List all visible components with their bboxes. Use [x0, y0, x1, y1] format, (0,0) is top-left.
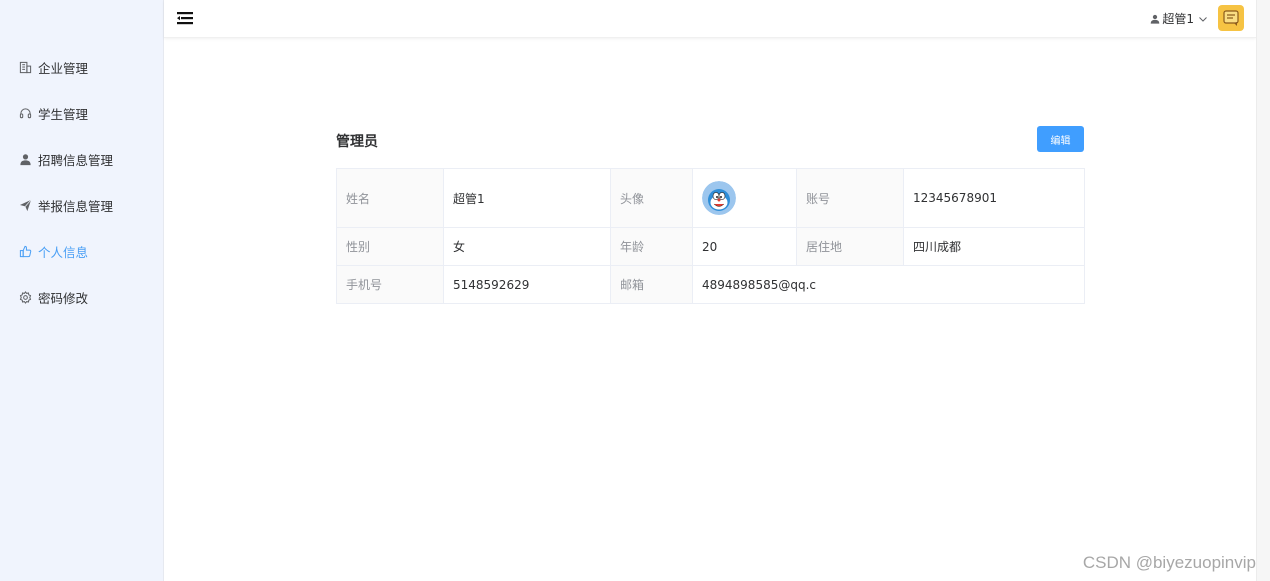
email-label: 邮箱	[610, 265, 693, 304]
page-title: 管理员	[336, 134, 378, 150]
account-value: 12345678901	[903, 168, 1085, 228]
name-value: 超管1	[443, 168, 611, 228]
thumb-icon	[18, 244, 32, 258]
gear-icon	[18, 290, 32, 304]
residence-label: 居住地	[796, 227, 904, 266]
user-icon	[1150, 14, 1160, 24]
user-dropdown[interactable]: 超管1	[1150, 10, 1208, 27]
sidebar-item-students[interactable]: 学生管理	[0, 90, 163, 136]
gender-label: 性别	[336, 227, 444, 266]
gender-value: 女	[443, 227, 611, 266]
sidebar-item-label: 密码修改	[38, 290, 89, 306]
sidebar-item-label: 举报信息管理	[38, 198, 114, 214]
sidebar-menu: 企业管理 学生管理 招聘信息管理 举报信息管理 个人信息 密码修改	[0, 0, 163, 320]
sidebar-item-reports[interactable]: 举报信息管理	[0, 182, 163, 228]
sidebar: 企业管理 学生管理 招聘信息管理 举报信息管理 个人信息 密码修改	[0, 0, 164, 581]
sidebar-item-enterprise[interactable]: 企业管理	[0, 44, 163, 90]
sidebar-item-password[interactable]: 密码修改	[0, 274, 163, 320]
phone-label: 手机号	[336, 265, 444, 304]
top-header: 超管1	[164, 0, 1256, 38]
email-value: 4894898585@qq.c	[692, 265, 1085, 304]
hamburger-icon[interactable]	[176, 9, 196, 29]
sidebar-item-recruitment[interactable]: 招聘信息管理	[0, 136, 163, 182]
age-label: 年龄	[610, 227, 693, 266]
user-icon	[18, 152, 32, 166]
headset-icon	[18, 106, 32, 120]
avatar	[702, 181, 736, 215]
header-avatar[interactable]	[1218, 5, 1244, 31]
name-label: 姓名	[336, 168, 444, 228]
profile-descriptions: 姓名 超管1 头像 账号 12345678901 性别 女 年龄 20 居住地 …	[336, 168, 1085, 304]
residence-value: 四川成都	[903, 227, 1085, 266]
sidebar-item-label: 企业管理	[38, 60, 89, 76]
avatar-value	[692, 168, 797, 228]
table-row: 性别 女 年龄 20 居住地 四川成都	[336, 227, 1085, 266]
phone-value: 5148592629	[443, 265, 611, 304]
table-row: 姓名 超管1 头像 账号 12345678901	[336, 168, 1085, 228]
building-icon	[18, 60, 32, 74]
account-label: 账号	[796, 168, 904, 228]
sidebar-item-label: 学生管理	[38, 106, 89, 122]
chevron-down-icon	[1198, 14, 1208, 24]
edit-button[interactable]: 编辑	[1037, 126, 1084, 152]
avatar-label: 头像	[610, 168, 693, 228]
username-label: 超管1	[1162, 12, 1194, 26]
sidebar-item-label: 个人信息	[38, 244, 89, 260]
vertical-scrollbar[interactable]	[1256, 0, 1270, 581]
table-row: 手机号 5148592629 邮箱 4894898585@qq.c	[336, 265, 1085, 304]
sidebar-item-label: 招聘信息管理	[38, 152, 114, 168]
watermark: CSDN @biyezuopinvip	[1082, 553, 1256, 572]
sidebar-item-personal-info[interactable]: 个人信息	[0, 228, 163, 274]
age-value: 20	[692, 227, 797, 266]
paper-plane-icon	[18, 198, 32, 212]
